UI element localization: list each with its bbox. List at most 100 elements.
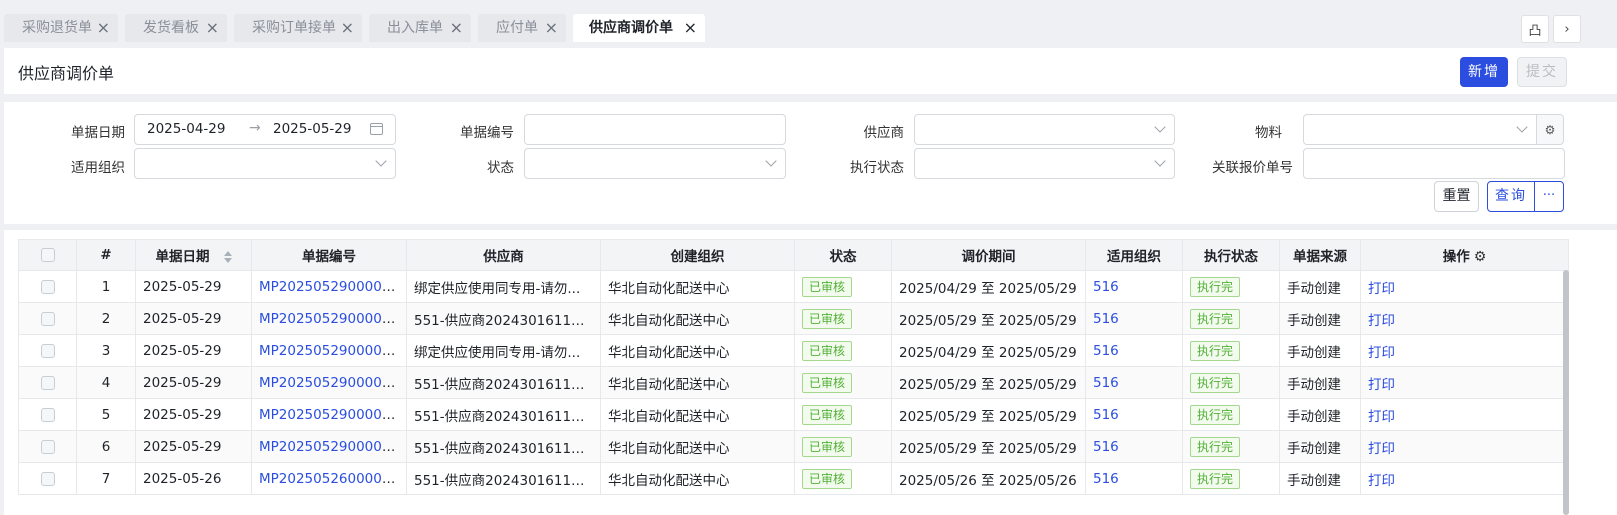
exec-status-select[interactable]: [914, 148, 1175, 179]
tab-stock-in-out[interactable]: 出入库单 ×: [369, 14, 471, 42]
print-link[interactable]: 打印: [1368, 473, 1395, 489]
row-create-org: 华北自动化配送中心: [600, 462, 795, 495]
col-doc-date[interactable]: 单据日期: [135, 239, 252, 271]
row-exec-status: 执行完: [1182, 302, 1280, 335]
row-apply-org[interactable]: 516: [1085, 366, 1183, 399]
apply-org-link[interactable]: 516: [1093, 439, 1119, 455]
apply-org-link[interactable]: 516: [1093, 471, 1119, 487]
row-exec-status: 执行完: [1182, 334, 1280, 367]
row-apply-org[interactable]: 516: [1085, 398, 1183, 431]
doc-date-range-picker[interactable]: 2025-04-29 → 2025-05-29: [134, 114, 396, 145]
row-doc-no[interactable]: MP20250526000011: [251, 462, 407, 495]
row-checkbox-cell[interactable]: [18, 270, 77, 303]
checkbox[interactable]: [40, 343, 55, 358]
print-link[interactable]: 打印: [1368, 377, 1395, 393]
close-icon[interactable]: ×: [206, 14, 219, 42]
row-doc-no[interactable]: MP20250529000002: [251, 398, 407, 431]
row-checkbox-cell[interactable]: [18, 430, 77, 463]
row-apply-org[interactable]: 516: [1085, 302, 1183, 335]
doc-no-link[interactable]: MP20250529000002: [259, 407, 399, 423]
table-row[interactable]: 5 2025-05-29 MP20250529000002 551-供应商202…: [18, 398, 1569, 431]
apply-org-link[interactable]: 516: [1093, 311, 1119, 327]
row-apply-org[interactable]: 516: [1085, 334, 1183, 367]
submit-button[interactable]: 提交: [1517, 57, 1567, 87]
supplier-select[interactable]: [914, 114, 1175, 145]
row-apply-org[interactable]: 516: [1085, 462, 1183, 495]
print-link[interactable]: 打印: [1368, 409, 1395, 425]
chevron-down-icon: [375, 155, 387, 167]
sort-icon[interactable]: [223, 250, 232, 264]
checkbox[interactable]: [40, 439, 55, 454]
row-checkbox-cell[interactable]: [18, 398, 77, 431]
tab-supplier-price-adjust[interactable]: 供应商调价单 ×: [573, 14, 705, 42]
row-create-org: 华北自动化配送中心: [600, 398, 795, 431]
row-checkbox-cell[interactable]: [18, 334, 77, 367]
apply-org-link[interactable]: 516: [1093, 343, 1119, 359]
tab-shipping-board[interactable]: 发货看板 ×: [125, 14, 227, 42]
row-create-org: 华北自动化配送中心: [600, 334, 795, 367]
print-link[interactable]: 打印: [1368, 281, 1395, 297]
reset-button[interactable]: 重置: [1434, 181, 1479, 212]
vertical-scrollbar[interactable]: [1563, 270, 1569, 515]
row-checkbox-cell[interactable]: [18, 462, 77, 495]
new-button[interactable]: 新增: [1460, 57, 1508, 87]
quote-no-input[interactable]: [1303, 148, 1565, 179]
table-row[interactable]: 1 2025-05-29 MP20250529000006 绑定供应使用同专用-…: [18, 270, 1569, 303]
checkbox[interactable]: [40, 311, 55, 326]
table-row[interactable]: 3 2025-05-29 MP20250529000004 绑定供应使用同专用-…: [18, 334, 1569, 367]
checkbox[interactable]: [40, 407, 55, 422]
gear-icon[interactable]: ⚙: [1474, 249, 1487, 265]
row-doc-no[interactable]: MP20250529000005: [251, 302, 407, 335]
doc-no-link[interactable]: MP20250529000004: [259, 343, 399, 359]
more-options-button[interactable]: ···: [1534, 181, 1564, 212]
close-icon[interactable]: ×: [545, 14, 558, 42]
tab-purchase-order-accept[interactable]: 采购订单接单 ×: [234, 14, 362, 42]
fullscreen-icon[interactable]: 凸: [1521, 15, 1549, 43]
material-select[interactable]: [1303, 114, 1537, 145]
doc-no-link[interactable]: MP20250529000001: [259, 439, 399, 455]
table-row[interactable]: 7 2025-05-26 MP20250526000011 551-供应商202…: [18, 462, 1569, 495]
date-end[interactable]: 2025-05-29: [273, 121, 351, 137]
doc-no-link[interactable]: MP20250529000003: [259, 375, 399, 391]
row-doc-no[interactable]: MP20250529000006: [251, 270, 407, 303]
checkbox[interactable]: [40, 279, 55, 294]
row-doc-no[interactable]: MP20250529000001: [251, 430, 407, 463]
close-icon[interactable]: ×: [97, 14, 110, 42]
table-row[interactable]: 2 2025-05-29 MP20250529000005 551-供应商202…: [18, 302, 1569, 335]
close-icon[interactable]: ×: [341, 14, 354, 42]
row-doc-no[interactable]: MP20250529000003: [251, 366, 407, 399]
print-link[interactable]: 打印: [1368, 313, 1395, 329]
apply-org-link[interactable]: 516: [1093, 407, 1119, 423]
close-icon[interactable]: ×: [684, 14, 697, 42]
checkbox[interactable]: [40, 375, 55, 390]
select-all-checkbox[interactable]: [18, 239, 77, 271]
table-row[interactable]: 4 2025-05-29 MP20250529000003 551-供应商202…: [18, 366, 1569, 399]
row-checkbox-cell[interactable]: [18, 366, 77, 399]
apply-org-link[interactable]: 516: [1093, 279, 1119, 295]
row-apply-org[interactable]: 516: [1085, 430, 1183, 463]
close-icon[interactable]: ×: [450, 14, 463, 42]
checkbox[interactable]: [40, 471, 55, 486]
table-row[interactable]: 6 2025-05-29 MP20250529000001 551-供应商202…: [18, 430, 1569, 463]
checkbox[interactable]: [40, 248, 55, 262]
date-start[interactable]: 2025-04-29: [147, 121, 225, 137]
org-select[interactable]: [134, 148, 396, 179]
tab-payable[interactable]: 应付单 ×: [478, 14, 566, 42]
tab-purchase-return[interactable]: 采购退货单 ×: [4, 14, 118, 42]
material-settings-icon[interactable]: ⚙: [1536, 114, 1564, 145]
price-adjust-table: # 单据日期 单据编号 供应商 创建组织 状态 调价期间 适用组织 执行状态 单…: [18, 239, 1569, 495]
chevron-right-icon[interactable]: ›: [1553, 15, 1581, 43]
doc-no-input[interactable]: [524, 114, 786, 145]
print-link[interactable]: 打印: [1368, 345, 1395, 361]
query-button[interactable]: 查询: [1487, 181, 1535, 212]
doc-no-link[interactable]: MP20250526000011: [259, 471, 399, 487]
apply-org-link[interactable]: 516: [1093, 375, 1119, 391]
row-doc-no[interactable]: MP20250529000004: [251, 334, 407, 367]
print-link[interactable]: 打印: [1368, 441, 1395, 457]
doc-no-link[interactable]: MP20250529000006: [259, 279, 399, 295]
doc-no-link[interactable]: MP20250529000005: [259, 311, 399, 327]
status-select[interactable]: [524, 148, 786, 179]
row-apply-org[interactable]: 516: [1085, 270, 1183, 303]
chevron-down-icon: [1516, 121, 1528, 133]
row-checkbox-cell[interactable]: [18, 302, 77, 335]
